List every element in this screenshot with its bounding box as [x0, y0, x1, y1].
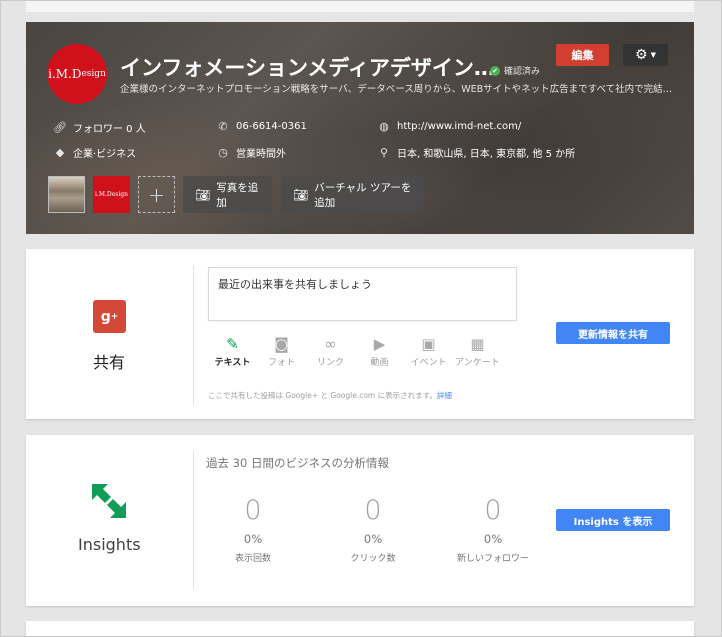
hours-label: 営業時間外 — [236, 149, 286, 160]
camera-icon: 📷︎ — [195, 187, 211, 202]
add-virtual-tour-label: バーチャル ツアーを追加 — [314, 181, 412, 209]
phone-number: 06-6614-0361 — [236, 121, 307, 132]
business-logo: i.M.D esign — [47, 44, 107, 104]
address-label: 日本, 和歌山県, 日本, 東京都, 他 5 か所 — [397, 149, 576, 160]
share-type-tabs: ✎ テキスト ◙ フォト ∞ リンク ▶ 動画 ▣ イベント ▦ アンケート — [208, 333, 502, 368]
chevron-down-icon: ▼ — [650, 51, 656, 59]
stat-views-label: 表示回数 — [234, 554, 271, 564]
stat-views-percent: 0% — [243, 532, 263, 546]
edit-button[interactable]: 編集 — [556, 44, 609, 66]
verified-label: 確認済み — [504, 67, 541, 77]
stat-clicks: 0 0% クリック数 — [333, 495, 413, 564]
tab-photo[interactable]: ◙ フォト — [257, 333, 306, 368]
add-virtual-tour-button[interactable]: 📷︎ バーチャル ツアーを追加 — [281, 176, 424, 213]
previous-card-edge — [26, 0, 694, 12]
website-link[interactable]: http://www.imd-net.com/ — [397, 121, 521, 132]
stat-views: 0 0% 表示回数 — [213, 495, 293, 564]
video-icon: ▶ — [373, 335, 386, 353]
settings-menu-button[interactable]: ⚙ ▼ — [623, 44, 668, 66]
add-photo-label: 写真を追加 — [216, 181, 259, 209]
tab-poll[interactable]: ▦ アンケート — [453, 333, 502, 368]
tag-icon: ◆ — [55, 146, 65, 159]
stat-clicks-label: クリック数 — [350, 554, 396, 564]
link-icon: 🔗︎ — [53, 121, 67, 134]
stat-followers-label: 新しいフォロワー — [456, 554, 529, 564]
followers-info[interactable]: 🔗︎ フォロワー 0 人 — [53, 120, 146, 135]
insights-arrows-icon — [92, 484, 126, 518]
camera-icon: 📷︎ — [293, 187, 309, 202]
clock-icon: ◷ — [218, 146, 228, 159]
insights-period-title: 過去 30 日間のビジネスの分析情報 — [206, 456, 389, 470]
logo-thumbnail-text: i.M.Design — [95, 191, 128, 198]
stat-clicks-value: 0 — [364, 495, 382, 526]
tab-poll-label: アンケート — [455, 358, 500, 368]
category-label: 企業·ビジネス — [73, 149, 137, 160]
tab-event[interactable]: ▣ イベント — [404, 333, 453, 368]
divider — [193, 452, 194, 588]
add-photo-button[interactable]: 📷︎ 写真を追加 — [183, 176, 272, 213]
event-icon: ▣ — [421, 335, 436, 353]
add-photo-tile[interactable]: + — [138, 176, 175, 213]
category-info: ◆ 企業·ビジネス — [53, 145, 136, 160]
google-plus-icon: g + — [93, 300, 126, 333]
address-info: ⚲ 日本, 和歌山県, 日本, 東京都, 他 5 か所 — [377, 145, 575, 160]
logo-thumbnail[interactable]: i.M.Design — [93, 176, 130, 213]
stat-new-followers: 0 0% 新しいフォロワー — [453, 495, 533, 564]
logo-subtext: esign — [81, 69, 106, 79]
business-name[interactable]: インフォメーションメディアデザイン… — [120, 52, 495, 82]
plus-icon: + — [148, 182, 165, 207]
tab-photo-label: フォト — [267, 358, 295, 368]
check-icon: ✔ — [490, 65, 500, 76]
tab-video[interactable]: ▶ 動画 — [355, 333, 404, 368]
share-note-text: ここで共有した投稿は Google+ と Google.com に表示されます。 — [208, 391, 437, 400]
stat-followers-value: 0 — [484, 495, 502, 526]
view-insights-button[interactable]: Insights を表示 — [556, 509, 670, 531]
tab-link-label: リンク — [316, 358, 344, 368]
website-info[interactable]: ◍ http://www.imd-net.com/ — [377, 120, 521, 133]
details-link[interactable]: 詳細 — [437, 391, 452, 400]
gear-icon: ⚙ — [635, 47, 648, 63]
followers-count: フォロワー 0 人 — [73, 124, 146, 135]
verified-badge: ✔ 確認済み — [490, 64, 540, 77]
next-card — [26, 621, 694, 637]
business-description: 企業様のインターネットプロモーション戦略をサーバ、データベース周りから、WEBサ… — [120, 84, 680, 95]
tab-event-label: イベント — [410, 358, 447, 368]
stat-followers-percent: 0% — [483, 532, 503, 546]
share-update-button[interactable]: 更新情報を共有 — [556, 322, 670, 344]
share-label: 共有 — [93, 353, 126, 372]
tab-text-label: テキスト — [214, 358, 251, 368]
stat-clicks-percent: 0% — [363, 532, 383, 546]
tab-text[interactable]: ✎ テキスト — [208, 333, 257, 368]
globe-icon: ◍ — [379, 120, 389, 133]
share-post-input[interactable]: 最近の出来事を共有しましょう — [208, 267, 517, 321]
logo-text: i.M.D — [48, 67, 82, 81]
pencil-icon: ✎ — [226, 335, 239, 353]
location-pin-icon: ⚲ — [379, 146, 389, 159]
share-card: g + 共有 最近の出来事を共有しましょう ✎ テキスト ◙ フォト ∞ リンク … — [26, 249, 694, 419]
share-visibility-note: ここで共有した投稿は Google+ と Google.com に表示されます。… — [208, 390, 452, 401]
hours-info: ◷ 営業時間外 — [216, 145, 286, 160]
business-header: i.M.D esign インフォメーションメディアデザイン… ✔ 確認済み 企業様… — [26, 22, 694, 234]
insights-label: Insights — [78, 535, 141, 554]
photo-thumbnail[interactable] — [48, 176, 85, 213]
tab-link[interactable]: ∞ リンク — [306, 333, 355, 368]
phone-info: ✆ 06-6614-0361 — [216, 120, 307, 133]
tab-video-label: 動画 — [370, 358, 389, 368]
insights-card: Insights 過去 30 日間のビジネスの分析情報 0 0% 表示回数 0 … — [26, 435, 694, 606]
phone-icon: ✆ — [218, 120, 228, 133]
camera-icon: ◙ — [274, 335, 289, 353]
divider — [193, 266, 194, 404]
poll-icon: ▦ — [470, 335, 485, 353]
link-icon: ∞ — [324, 335, 337, 353]
stat-views-value: 0 — [244, 495, 262, 526]
